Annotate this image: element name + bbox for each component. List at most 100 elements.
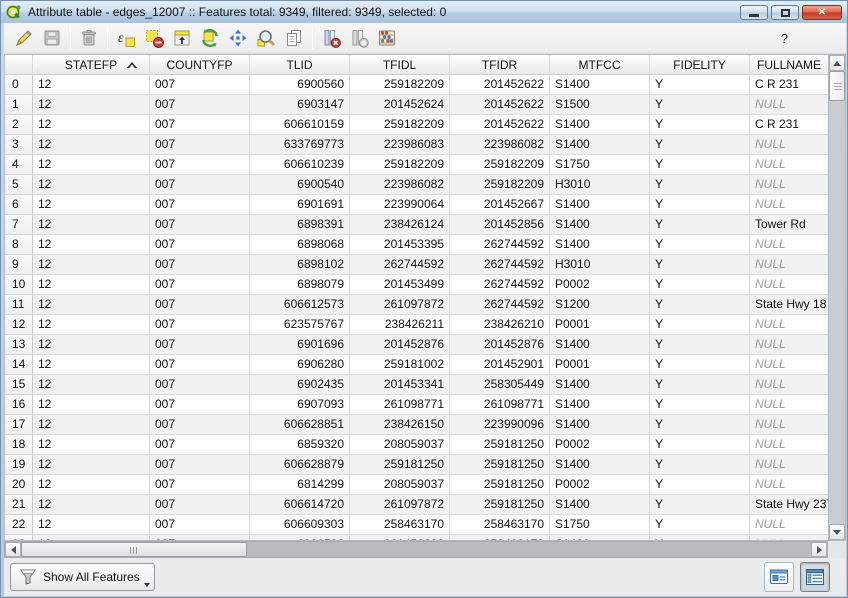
- cell-countyfp[interactable]: 007: [150, 395, 250, 415]
- cell-countyfp[interactable]: 007: [150, 335, 250, 355]
- cell-fidelity[interactable]: Y: [650, 135, 750, 155]
- cell-tlid[interactable]: 6898102: [250, 255, 350, 275]
- cell-tlid[interactable]: 6898079: [250, 275, 350, 295]
- cell-mtfcc[interactable]: H3010: [550, 255, 650, 275]
- cell-tfidl[interactable]: 259181002: [350, 355, 450, 375]
- column-header-tlid[interactable]: TLID: [250, 55, 350, 75]
- row-number[interactable]: 13: [5, 335, 33, 355]
- cell-fullname[interactable]: NULL: [750, 415, 828, 435]
- cell-mtfcc[interactable]: S1750: [550, 155, 650, 175]
- cell-tfidr[interactable]: 262744592: [450, 295, 550, 315]
- column-header-mtfcc[interactable]: MTFCC: [550, 55, 650, 75]
- cell-fidelity[interactable]: Y: [650, 335, 750, 355]
- row-number[interactable]: 4: [5, 155, 33, 175]
- cell-tlid[interactable]: 6902435: [250, 375, 350, 395]
- cell-mtfcc[interactable]: S1400: [550, 115, 650, 135]
- cell-tfidr[interactable]: 259181250: [450, 475, 550, 495]
- column-header-rownum[interactable]: [5, 55, 33, 75]
- cell-tfidr[interactable]: 201452876: [450, 335, 550, 355]
- cell-fidelity[interactable]: Y: [650, 235, 750, 255]
- cell-statefp[interactable]: 12: [33, 255, 150, 275]
- cell-fullname[interactable]: NULL: [750, 475, 828, 495]
- cell-fullname[interactable]: NULL: [750, 435, 828, 455]
- cell-fidelity[interactable]: Y: [650, 195, 750, 215]
- row-number[interactable]: 10: [5, 275, 33, 295]
- cell-fullname[interactable]: C R 231: [750, 115, 828, 135]
- cell-statefp[interactable]: 12: [33, 495, 150, 515]
- cell-fullname[interactable]: NULL: [750, 175, 828, 195]
- cell-countyfp[interactable]: 007: [150, 515, 250, 535]
- cell-tfidr[interactable]: 258305449: [450, 375, 550, 395]
- cell-fidelity[interactable]: Y: [650, 175, 750, 195]
- cell-countyfp[interactable]: 007: [150, 135, 250, 155]
- cell-tlid[interactable]: 6814299: [250, 475, 350, 495]
- cell-tfidr[interactable]: 201452622: [450, 115, 550, 135]
- cell-mtfcc[interactable]: S1400: [550, 335, 650, 355]
- cell-fullname[interactable]: NULL: [750, 355, 828, 375]
- cell-countyfp[interactable]: 007: [150, 235, 250, 255]
- cell-tfidl[interactable]: 259182209: [350, 75, 450, 95]
- cell-countyfp[interactable]: 007: [150, 355, 250, 375]
- cell-fidelity[interactable]: Y: [650, 115, 750, 135]
- cell-fullname[interactable]: NULL: [750, 395, 828, 415]
- cell-tfidr[interactable]: 201452622: [450, 95, 550, 115]
- cell-tfidr[interactable]: 261098771: [450, 395, 550, 415]
- cell-fullname[interactable]: NULL: [750, 275, 828, 295]
- cell-fidelity[interactable]: Y: [650, 215, 750, 235]
- zoom-to-selected-button[interactable]: [252, 25, 280, 51]
- cell-countyfp[interactable]: 007: [150, 215, 250, 235]
- cell-tlid[interactable]: 606612573: [250, 295, 350, 315]
- cell-countyfp[interactable]: 007: [150, 255, 250, 275]
- column-header-countyfp[interactable]: COUNTYFP: [150, 55, 250, 75]
- horizontal-scroll-thumb[interactable]: [21, 542, 247, 557]
- cell-tfidl[interactable]: 259182209: [350, 155, 450, 175]
- row-number[interactable]: 18: [5, 435, 33, 455]
- row-number[interactable]: 2: [5, 115, 33, 135]
- row-number[interactable]: 16: [5, 395, 33, 415]
- cell-fidelity[interactable]: Y: [650, 275, 750, 295]
- cell-fullname[interactable]: State Hwy 237: [750, 495, 828, 515]
- cell-mtfcc[interactable]: S1400: [550, 75, 650, 95]
- cell-tlid[interactable]: 633769773: [250, 135, 350, 155]
- cell-statefp[interactable]: 12: [33, 115, 150, 135]
- row-number[interactable]: 5: [5, 175, 33, 195]
- cell-mtfcc[interactable]: S1500: [550, 95, 650, 115]
- open-field-calculator-button[interactable]: [373, 25, 401, 51]
- cell-fullname[interactable]: NULL: [750, 235, 828, 255]
- cell-statefp[interactable]: 12: [33, 475, 150, 495]
- cell-statefp[interactable]: 12: [33, 195, 150, 215]
- row-number[interactable]: 19: [5, 455, 33, 475]
- cell-tfidl[interactable]: 261097872: [350, 295, 450, 315]
- cell-fullname[interactable]: NULL: [750, 335, 828, 355]
- cell-fullname[interactable]: NULL: [750, 375, 828, 395]
- cell-tfidl[interactable]: 262744592: [350, 255, 450, 275]
- cell-tfidr[interactable]: 201452856: [450, 215, 550, 235]
- table-view-button[interactable]: [800, 562, 830, 592]
- cell-mtfcc[interactable]: P0001: [550, 315, 650, 335]
- cell-countyfp[interactable]: 007: [150, 415, 250, 435]
- cell-tfidr[interactable]: 201452622: [450, 75, 550, 95]
- cell-fullname[interactable]: NULL: [750, 155, 828, 175]
- cell-tlid[interactable]: 606628851: [250, 415, 350, 435]
- cell-tlid[interactable]: 6900540: [250, 175, 350, 195]
- cell-tlid[interactable]: 606609303: [250, 515, 350, 535]
- cell-tfidl[interactable]: 238426150: [350, 415, 450, 435]
- maximize-button[interactable]: [771, 5, 799, 20]
- cell-mtfcc[interactable]: S1200: [550, 295, 650, 315]
- row-number[interactable]: 17: [5, 415, 33, 435]
- show-all-features-button[interactable]: Show All Features: [10, 563, 155, 591]
- cell-statefp[interactable]: 12: [33, 395, 150, 415]
- vertical-scroll-thumb[interactable]: [829, 71, 845, 101]
- cell-fidelity[interactable]: Y: [650, 415, 750, 435]
- cell-tlid[interactable]: 6859320: [250, 435, 350, 455]
- row-number[interactable]: 12: [5, 315, 33, 335]
- cell-fullname[interactable]: C R 231: [750, 75, 828, 95]
- cell-fidelity[interactable]: Y: [650, 435, 750, 455]
- cell-statefp[interactable]: 12: [33, 375, 150, 395]
- cell-countyfp[interactable]: 007: [150, 275, 250, 295]
- cell-tlid[interactable]: 6906280: [250, 355, 350, 375]
- cell-fullname[interactable]: State Hwy 18: [750, 295, 828, 315]
- cell-tfidr[interactable]: 201452667: [450, 195, 550, 215]
- unselect-all-button[interactable]: [140, 25, 168, 51]
- cell-tlid[interactable]: 6900560: [250, 75, 350, 95]
